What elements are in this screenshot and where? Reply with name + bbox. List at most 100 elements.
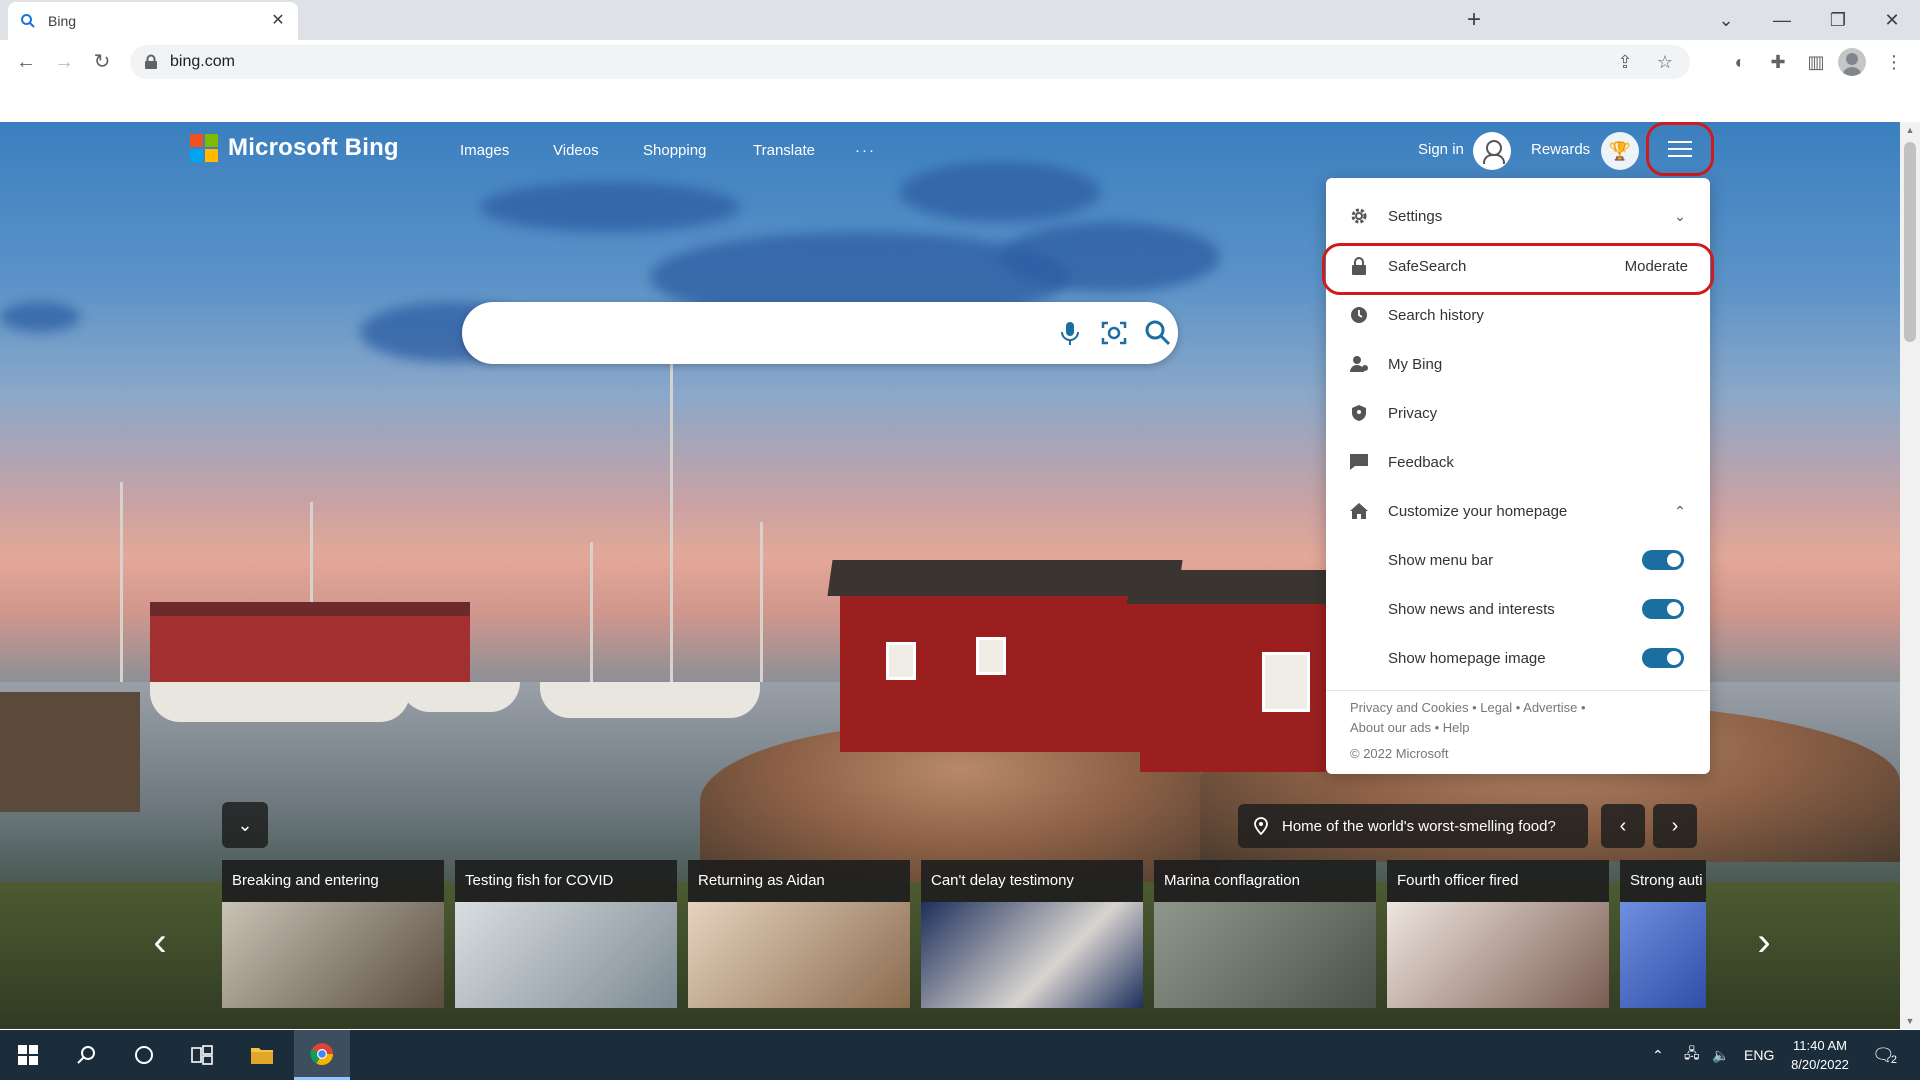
menu-item-label: Settings xyxy=(1388,207,1443,225)
search-favicon-icon xyxy=(20,13,36,29)
menu-item-search-history[interactable]: Search history xyxy=(1326,291,1710,339)
back-button[interactable]: ← xyxy=(12,48,40,76)
search-input[interactable] xyxy=(490,318,1050,348)
news-card[interactable]: Returning as Aidan xyxy=(688,860,910,1008)
url-text: bing.com xyxy=(170,53,235,70)
close-window-button[interactable]: ✕ xyxy=(1878,6,1906,34)
hamburger-line xyxy=(1668,148,1692,150)
taskbar-clock[interactable]: 11:40 AM 8/20/2022 xyxy=(1780,1036,1860,1074)
show-news-toggle[interactable] xyxy=(1642,599,1684,619)
sign-in-link[interactable]: Sign in xyxy=(1418,141,1464,158)
scrollbar-thumb[interactable] xyxy=(1904,142,1916,342)
windows-start-icon[interactable] xyxy=(0,1030,56,1080)
clock-date: 8/20/2022 xyxy=(1791,1057,1849,1072)
hamburger-line xyxy=(1668,141,1692,143)
search-icon[interactable] xyxy=(1142,317,1174,349)
menu-footer: Privacy and Cookies • Legal • Advertise … xyxy=(1350,698,1690,764)
nav-translate[interactable]: Translate xyxy=(753,142,815,159)
menu-item-safesearch[interactable]: SafeSearch Moderate xyxy=(1326,242,1710,290)
file-explorer-icon[interactable] xyxy=(234,1030,290,1080)
task-view-icon[interactable] xyxy=(174,1030,230,1080)
location-pin-icon xyxy=(1254,817,1268,836)
bing-logo[interactable]: Microsoft Bing xyxy=(190,134,399,162)
chevron-up-icon[interactable]: ⌃ xyxy=(1672,503,1688,519)
news-card[interactable]: Marina conflagration xyxy=(1154,860,1376,1008)
toggle-row-show-news: Show news and interests xyxy=(1326,585,1710,633)
nav-shopping[interactable]: Shopping xyxy=(643,142,706,159)
news-card-image xyxy=(455,902,677,1008)
volume-icon[interactable]: 🔈 xyxy=(1712,1030,1729,1080)
network-icon[interactable]: 🖧 xyxy=(1684,1030,1700,1080)
menu-item-my-bing[interactable]: My Bing xyxy=(1326,340,1710,388)
previous-image-button[interactable]: ‹ xyxy=(1601,804,1645,848)
news-card[interactable]: Fourth officer fired xyxy=(1387,860,1609,1008)
news-card[interactable]: Can't delay testimony xyxy=(921,860,1143,1008)
toggle-label: Show news and interests xyxy=(1388,600,1555,618)
nav-videos[interactable]: Videos xyxy=(553,142,599,159)
user-avatar-icon[interactable] xyxy=(1473,132,1511,170)
next-image-button[interactable]: › xyxy=(1653,804,1697,848)
show-menu-bar-toggle[interactable] xyxy=(1642,550,1684,570)
news-card[interactable]: Strong auti xyxy=(1620,860,1706,1008)
trophy-icon[interactable]: 🏆 xyxy=(1601,132,1639,170)
carousel-next-arrow[interactable]: › xyxy=(1746,922,1782,962)
notifications-icon[interactable]: 🗨 2 xyxy=(1872,1030,1897,1080)
bookmark-star-icon[interactable]: ☆ xyxy=(1654,51,1676,73)
chevron-down-icon[interactable]: ⌄ xyxy=(1672,208,1688,224)
home-icon xyxy=(1348,500,1370,522)
address-bar[interactable]: bing.com ⇪ ☆ xyxy=(130,45,1690,79)
tray-chevron-up-icon[interactable]: ⌃ xyxy=(1652,1030,1664,1080)
chrome-taskbar-icon[interactable] xyxy=(294,1030,350,1080)
show-homepage-image-toggle[interactable] xyxy=(1642,648,1684,668)
news-card-title: Can't delay testimony xyxy=(921,860,1143,902)
tab-bing[interactable]: Bing ✕ xyxy=(8,2,298,40)
search-box xyxy=(462,302,1178,364)
rewards-link[interactable]: Rewards xyxy=(1531,141,1590,158)
forward-button[interactable]: → xyxy=(50,48,78,76)
news-card-image xyxy=(1387,902,1609,1008)
about-ads-link[interactable]: About our ads xyxy=(1350,720,1431,735)
menu-item-settings[interactable]: Settings ⌄ xyxy=(1326,192,1710,240)
extension-icon[interactable]: ◐ xyxy=(1728,50,1752,74)
news-card-image xyxy=(1154,902,1376,1008)
taskbar-search-icon[interactable] xyxy=(58,1030,114,1080)
news-card-title: Testing fish for COVID xyxy=(455,860,677,902)
news-card-title: Breaking and entering xyxy=(222,860,444,902)
close-tab-icon[interactable]: ✕ xyxy=(270,13,286,29)
carousel-prev-arrow[interactable]: ‹ xyxy=(142,922,178,962)
nav-more[interactable]: ··· xyxy=(855,142,876,159)
news-card[interactable]: Breaking and entering xyxy=(222,860,444,1008)
menu-item-customize-homepage[interactable]: Customize your homepage ⌃ xyxy=(1326,487,1710,535)
advertise-link[interactable]: Advertise xyxy=(1523,700,1577,715)
news-card[interactable]: Testing fish for COVID xyxy=(455,860,677,1008)
profile-avatar[interactable] xyxy=(1838,48,1866,76)
collapse-news-button[interactable]: ⌄ xyxy=(222,802,268,848)
cortana-icon[interactable] xyxy=(116,1030,172,1080)
vertical-scrollbar[interactable]: ▲ ▼ xyxy=(1900,122,1920,1029)
lock-icon[interactable] xyxy=(144,54,158,70)
language-indicator[interactable]: ENG xyxy=(1744,1030,1774,1080)
menu-item-privacy[interactable]: Privacy xyxy=(1326,389,1710,437)
scroll-down-arrow-icon[interactable]: ▼ xyxy=(1900,1013,1920,1029)
hamburger-menu-button[interactable] xyxy=(1646,122,1714,176)
image-info-box[interactable]: Home of the world's worst-smelling food? xyxy=(1238,804,1588,848)
nav-images[interactable]: Images xyxy=(460,142,509,159)
visual-search-icon[interactable] xyxy=(1098,317,1130,349)
restore-button[interactable]: ❐ xyxy=(1824,6,1852,34)
microphone-icon[interactable] xyxy=(1054,317,1086,349)
more-menu-icon[interactable]: ⋮ xyxy=(1882,50,1906,74)
puzzle-extensions-icon[interactable]: ✚ xyxy=(1766,50,1790,74)
reload-button[interactable]: ↻ xyxy=(88,48,116,76)
scroll-up-arrow-icon[interactable]: ▲ xyxy=(1900,122,1920,138)
legal-link[interactable]: Legal xyxy=(1480,700,1512,715)
minimize-button[interactable]: — xyxy=(1768,6,1796,34)
new-tab-button[interactable]: + xyxy=(1460,6,1488,34)
toggle-label: Show menu bar xyxy=(1388,551,1494,569)
side-panel-icon[interactable]: ▥ xyxy=(1804,50,1828,74)
share-icon[interactable]: ⇪ xyxy=(1614,51,1636,73)
tab-search-chevron-icon[interactable]: ⌄ xyxy=(1712,6,1740,34)
help-link[interactable]: Help xyxy=(1443,720,1470,735)
windows-taskbar: ⌃ 🖧 🔈 ENG 11:40 AM 8/20/2022 🗨 2 xyxy=(0,1030,1920,1080)
privacy-cookies-link[interactable]: Privacy and Cookies xyxy=(1350,700,1469,715)
menu-item-feedback[interactable]: Feedback xyxy=(1326,438,1710,486)
